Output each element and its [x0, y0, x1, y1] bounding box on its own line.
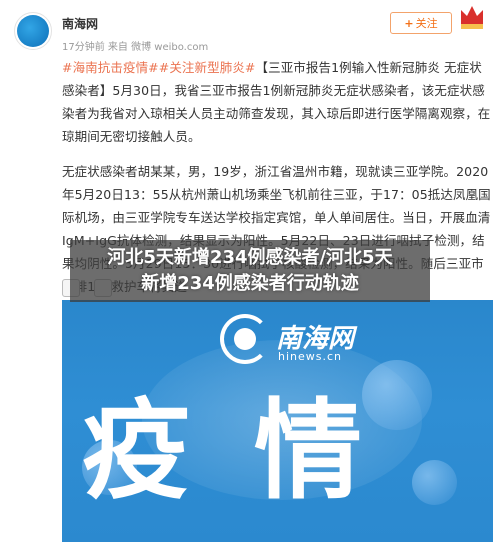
overlay-title-line-1: 河北5天新增234例感染者/河北5天: [107, 247, 393, 268]
overlay-title: 河北5天新增234例感染者/河北5天 新增234例感染者行动轨迹: [70, 245, 430, 297]
hashtags[interactable]: #海南抗击疫情##关注新型肺炎#: [62, 60, 256, 75]
plus-icon: +: [404, 16, 414, 30]
post-paragraph-1: #海南抗击疫情##关注新型肺炎#【三亚市报告1例输入性新冠肺炎 无症状感染者】5…: [62, 56, 492, 148]
post-image[interactable]: 南海网 hinews.cn 疫情: [62, 300, 493, 542]
follow-button[interactable]: + 关注: [390, 12, 452, 34]
post-meta: 17分钟前 来自 微博 weibo.com: [62, 42, 209, 53]
image-headline: 疫情: [82, 389, 427, 514]
badge-icon: [461, 6, 483, 29]
hinews-logo-dot: [234, 328, 256, 350]
author-name[interactable]: 南海网: [62, 15, 98, 32]
avatar-logo-icon: [17, 15, 49, 47]
avatar[interactable]: [14, 12, 52, 50]
image-logo-domain: hinews.cn: [278, 350, 343, 363]
post-header: 南海网 17分钟前 来自 微博 weibo.com + 关注: [0, 0, 500, 62]
follow-label: 关注: [415, 17, 438, 30]
overlay-title-line-2: 新增234例感染者行动轨迹: [141, 273, 359, 294]
